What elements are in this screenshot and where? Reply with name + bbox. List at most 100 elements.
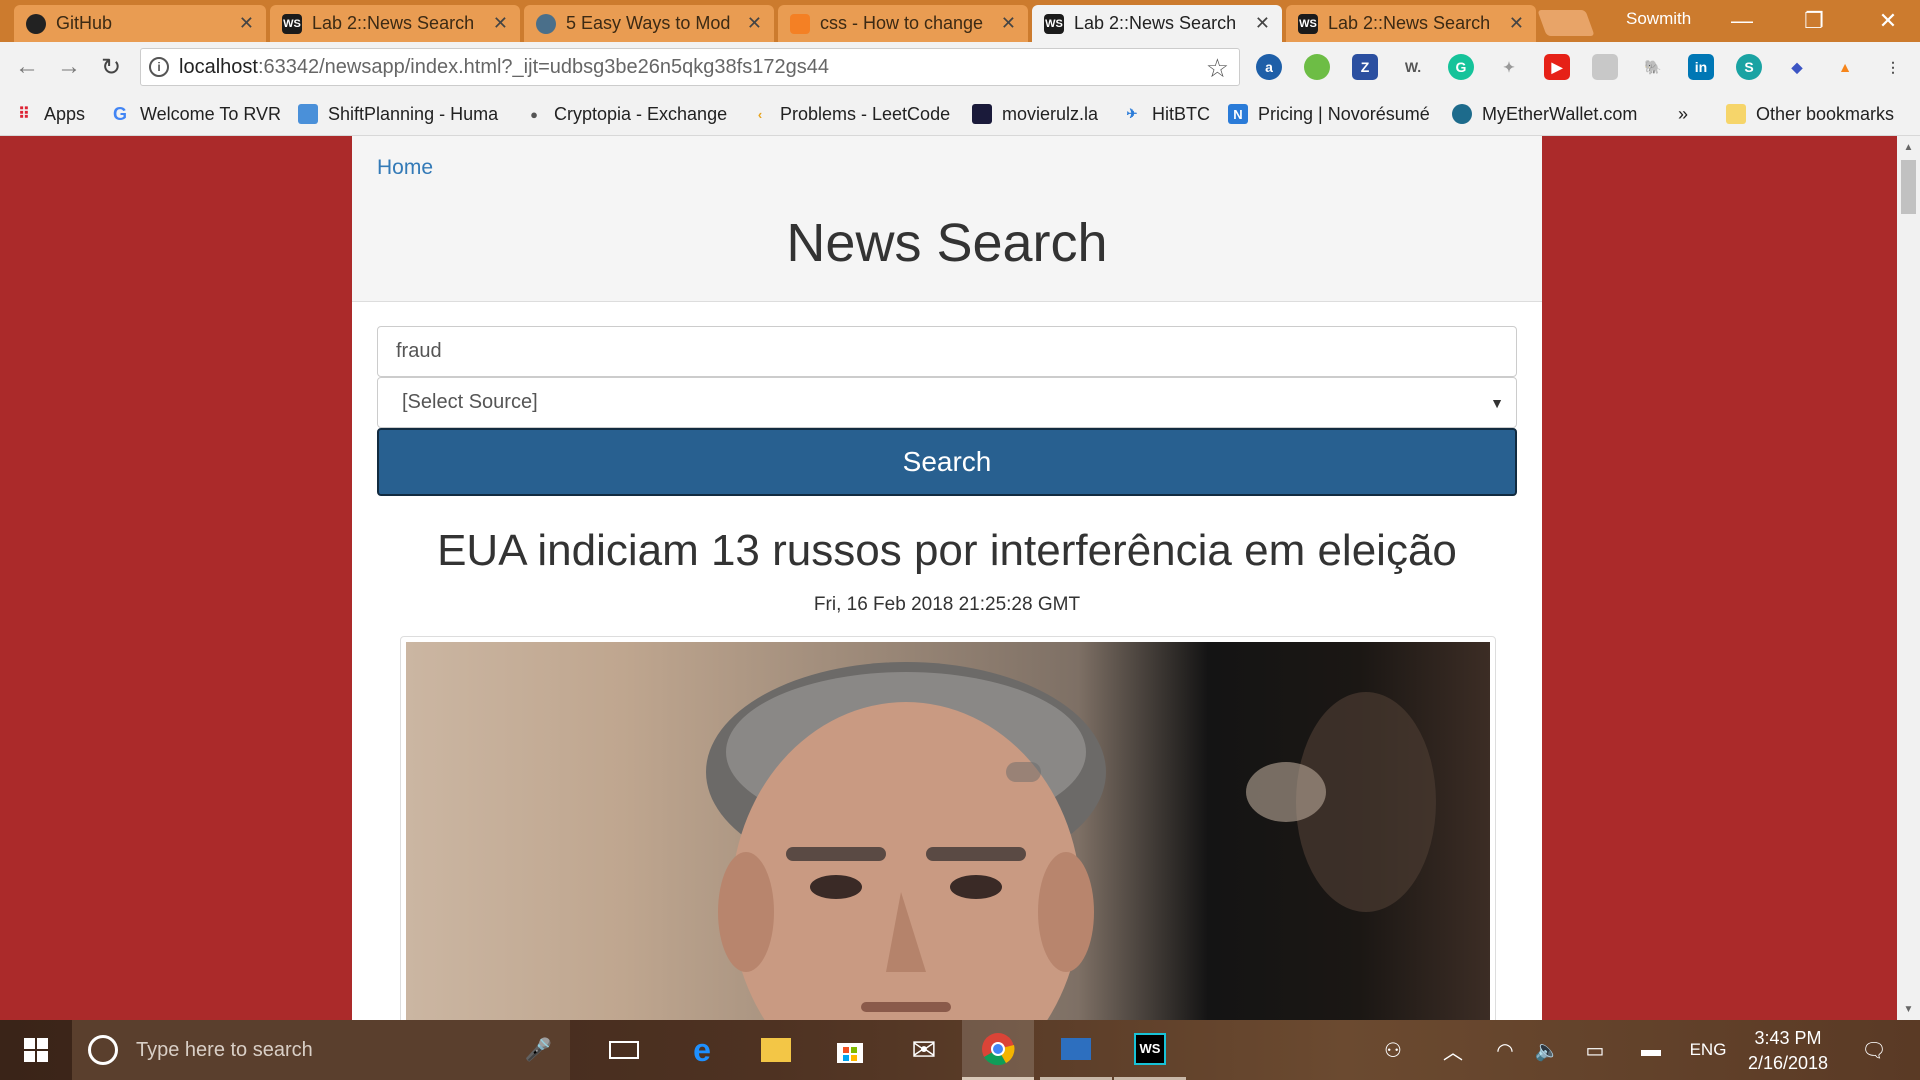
window-close-icon[interactable]: ✕ xyxy=(1862,0,1914,42)
teal-extension-icon[interactable]: S xyxy=(1736,54,1762,80)
taskbar-webstorm[interactable]: WS xyxy=(1114,1020,1186,1080)
language-indicator[interactable]: ENG xyxy=(1686,1020,1730,1080)
tab-github[interactable]: GitHub ✕ xyxy=(14,5,266,42)
bookmark-shiftplanning[interactable]: ShiftPlanning - Huma xyxy=(298,101,506,127)
portrait-illustration xyxy=(706,662,1436,1020)
wifi-icon[interactable]: ◠ xyxy=(1488,1020,1522,1080)
task-view-icon xyxy=(609,1041,639,1059)
tab-lab2-3[interactable]: WS Lab 2::News Search ✕ xyxy=(1286,5,1536,42)
tab-title: Lab 2::News Search xyxy=(1074,13,1237,33)
tab-easy-ways[interactable]: 5 Easy Ways to Mod ✕ xyxy=(524,5,774,42)
bookmark-label: Other bookmarks xyxy=(1756,103,1895,124)
minimize-icon[interactable]: — xyxy=(1716,0,1768,42)
clock-date: 2/16/2018 xyxy=(1747,1053,1829,1073)
back-arrow-icon[interactable]: ← xyxy=(12,52,42,82)
taskbar-chrome[interactable] xyxy=(962,1020,1034,1080)
bookmark-myetherwallet[interactable]: MyEtherWallet.com xyxy=(1452,101,1637,127)
bookmark-label: Welcome To RVR xyxy=(140,103,282,124)
stackoverflow-icon xyxy=(790,13,810,34)
system-clock[interactable]: 3:43 PM 2/16/2018 xyxy=(1728,1026,1848,1076)
forward-arrow-icon[interactable]: → xyxy=(54,52,84,82)
tab-css-stackoverflow[interactable]: css - How to change ✕ xyxy=(778,5,1028,42)
source-select[interactable]: [Select Source] ▼ xyxy=(377,377,1517,428)
linkedin-icon[interactable]: in xyxy=(1688,54,1714,80)
tab-title: css - How to change xyxy=(820,13,984,33)
browser-toolbar: ← → ↻ i localhost:63342/newsapp/index.ht… xyxy=(0,42,1920,92)
store-icon xyxy=(837,1043,863,1063)
search-button[interactable]: Search xyxy=(377,428,1517,496)
chrome-menu-icon[interactable]: ⋮ xyxy=(1880,54,1906,80)
taskbar-edge[interactable]: e xyxy=(666,1020,738,1080)
display-icon[interactable]: ▬ xyxy=(1634,1020,1668,1080)
task-view-button[interactable] xyxy=(588,1020,660,1080)
pdf-icon[interactable] xyxy=(1592,54,1618,80)
bookmark-cryptopia[interactable]: ● Cryptopia - Exchange xyxy=(524,101,727,127)
home-link[interactable]: Home xyxy=(377,156,433,180)
article-image[interactable] xyxy=(400,636,1496,1020)
info-icon[interactable]: i xyxy=(149,57,169,77)
grammarly-icon[interactable]: G xyxy=(1448,54,1474,80)
evernote-icon[interactable]: 🐘 xyxy=(1640,54,1666,80)
windows-taskbar: Type here to search 🎤 e ✉ WS ⚇ ︿ ◠ 🔈 ▭ ▬… xyxy=(0,1020,1920,1080)
bookmark-other[interactable]: Other bookmarks xyxy=(1726,101,1894,127)
bookmark-label: movierulz.la xyxy=(1002,103,1099,124)
reload-icon[interactable]: ↻ xyxy=(96,52,126,82)
cryptopia-icon: ● xyxy=(524,104,544,124)
taskbar-remote-desktop[interactable] xyxy=(1040,1020,1112,1080)
tab-lab2-1[interactable]: WS Lab 2::News Search ✕ xyxy=(270,5,520,42)
microphone-icon[interactable]: 🎤 xyxy=(525,1037,552,1063)
bookmark-label: MyEtherWallet.com xyxy=(1482,103,1638,124)
taskbar-store[interactable] xyxy=(814,1020,886,1080)
page-title: News Search xyxy=(786,213,1108,273)
new-tab-button[interactable] xyxy=(1537,10,1595,36)
dropbox-icon[interactable]: ✦ xyxy=(1496,54,1522,80)
restore-icon[interactable]: ❐ xyxy=(1788,0,1840,42)
taskbar-mail[interactable]: ✉ xyxy=(888,1020,960,1080)
scroll-up-icon[interactable]: ▲ xyxy=(1897,136,1920,158)
wordtune-icon[interactable]: W. xyxy=(1400,54,1426,80)
bookmark-label: Problems - LeetCode xyxy=(780,103,951,124)
tab-lab2-active[interactable]: WS Lab 2::News Search ✕ xyxy=(1032,5,1282,42)
site-icon xyxy=(536,13,556,34)
people-icon[interactable]: ⚇ xyxy=(1376,1020,1410,1080)
bookmark-welcome-rvr[interactable]: G Welcome To RVR xyxy=(110,101,281,127)
bookmark-star-icon[interactable]: ☆ xyxy=(1206,53,1229,84)
volume-icon[interactable]: 🔈 xyxy=(1530,1020,1564,1080)
bookmark-apps[interactable]: ⠿ Apps xyxy=(14,101,85,127)
taskbar-file-explorer[interactable] xyxy=(740,1020,812,1080)
zotero-icon[interactable]: Z xyxy=(1352,54,1378,80)
scrollbar-thumb[interactable] xyxy=(1901,160,1916,214)
taskbar-search-box[interactable]: Type here to search 🎤 xyxy=(72,1020,570,1080)
novoresume-icon: N xyxy=(1228,104,1248,124)
close-icon[interactable]: ✕ xyxy=(493,13,508,34)
youtube-icon[interactable]: ▶ xyxy=(1544,54,1570,80)
show-hidden-icons-chevron-icon[interactable]: ︿ xyxy=(1436,1020,1470,1080)
tab-title: Lab 2::News Search xyxy=(1328,13,1491,33)
bookmark-movierulz[interactable]: movierulz.la xyxy=(972,101,1098,127)
notifications-icon[interactable]: 🗨 xyxy=(1852,1020,1896,1080)
metamask-icon[interactable]: ▲ xyxy=(1832,54,1858,80)
green-extension-icon[interactable] xyxy=(1304,54,1330,80)
profile-name[interactable]: Sowmith xyxy=(1626,9,1691,29)
ethereum-icon[interactable]: ◆ xyxy=(1784,54,1810,80)
close-icon[interactable]: ✕ xyxy=(1509,13,1524,34)
mail-icon: ✉ xyxy=(911,1033,937,1067)
article-headline[interactable]: EUA indiciam 13 russos por interferência… xyxy=(352,526,1542,576)
url-host: localhost xyxy=(179,55,258,78)
scroll-down-icon[interactable]: ▼ xyxy=(1897,998,1920,1020)
webstorm-icon: WS xyxy=(1134,1032,1166,1065)
bookmarks-overflow-button[interactable]: » xyxy=(1678,101,1688,127)
close-icon[interactable]: ✕ xyxy=(1001,13,1016,34)
start-button[interactable] xyxy=(0,1020,72,1080)
address-bar[interactable]: i localhost:63342/newsapp/index.html?_ij… xyxy=(140,48,1240,86)
close-icon[interactable]: ✕ xyxy=(1255,13,1270,34)
bookmark-hitbtc[interactable]: ✈ HitBTC xyxy=(1122,101,1210,127)
search-input[interactable]: fraud xyxy=(377,326,1517,377)
page-scrollbar[interactable]: ▲ ▼ xyxy=(1897,136,1920,1020)
amazon-assistant-icon[interactable]: a xyxy=(1256,54,1282,80)
bookmark-leetcode[interactable]: ‹ Problems - LeetCode xyxy=(750,101,950,127)
bookmark-novoresume[interactable]: N Pricing | Novorésumé xyxy=(1228,101,1430,127)
close-icon[interactable]: ✕ xyxy=(239,13,254,34)
battery-icon[interactable]: ▭ xyxy=(1578,1020,1612,1080)
close-icon[interactable]: ✕ xyxy=(747,13,762,34)
